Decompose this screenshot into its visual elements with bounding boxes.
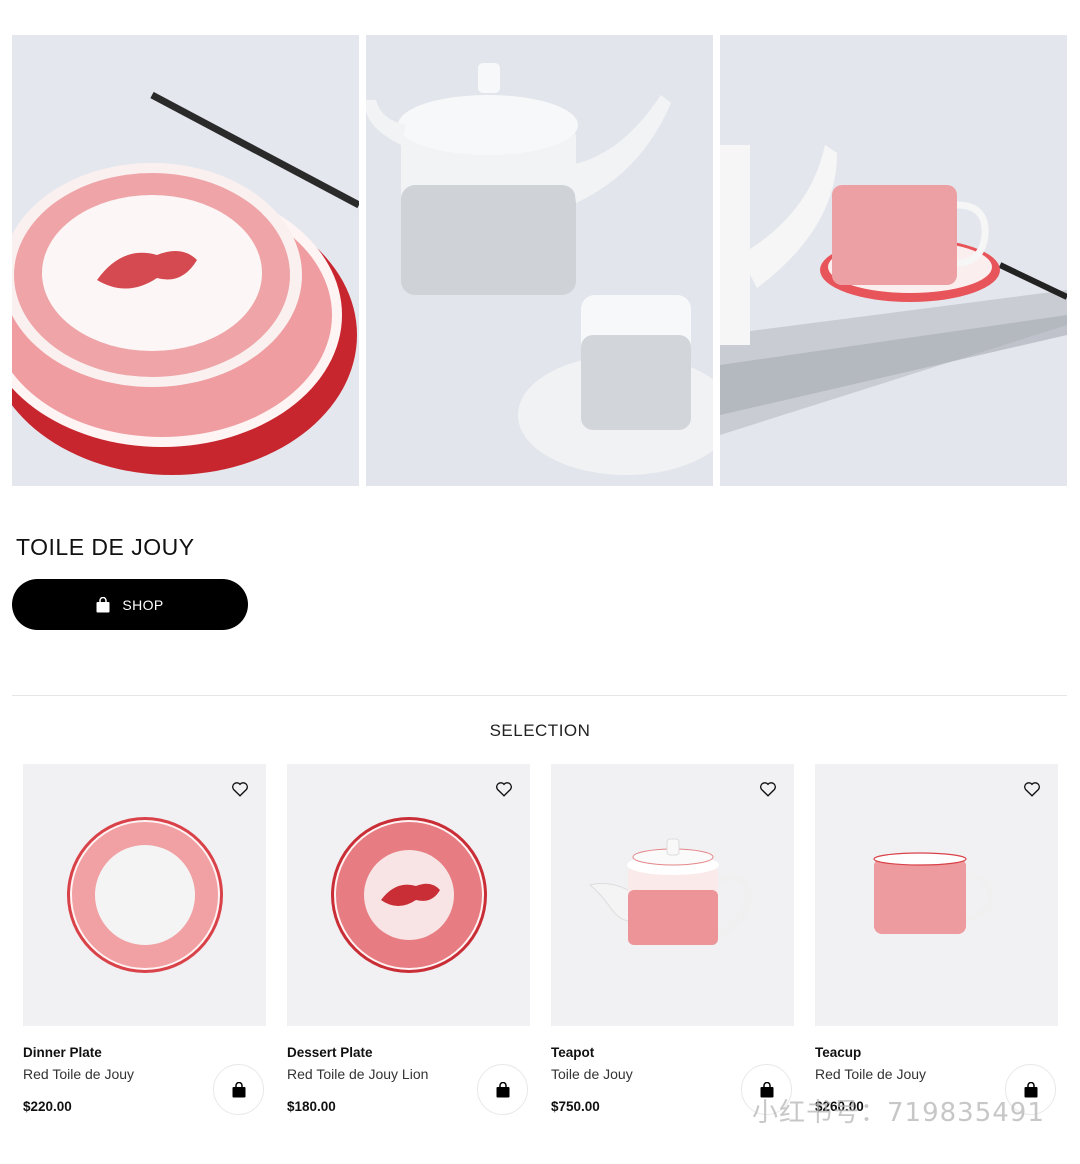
product-card[interactable]: Dinner Plate Red Toile de Jouy $220.00: [23, 764, 266, 1115]
shop-button-label: SHOP: [122, 596, 164, 613]
product-image[interactable]: [551, 764, 794, 1026]
product-card[interactable]: Dessert Plate Red Toile de Jouy Lion $18…: [287, 764, 530, 1115]
heart-icon[interactable]: [759, 780, 777, 798]
teacup-icon: [872, 852, 993, 934]
product-grid: Dinner Plate Red Toile de Jouy $220.00 D…: [23, 764, 1058, 1115]
product-name[interactable]: Teacup: [815, 1045, 1058, 1060]
product-image[interactable]: [815, 764, 1058, 1026]
teapot-icon: [588, 838, 752, 945]
hero-gallery: [12, 35, 1067, 486]
product-card[interactable]: Teacup Red Toile de Jouy $260.00: [815, 764, 1058, 1115]
hero-photo-teapot: [366, 35, 713, 486]
product-image[interactable]: [23, 764, 266, 1026]
heart-icon[interactable]: [495, 780, 513, 798]
heart-icon[interactable]: [231, 780, 249, 798]
heart-icon[interactable]: [1023, 780, 1041, 798]
product-name[interactable]: Dessert Plate: [287, 1045, 530, 1060]
dessert-plate-icon: [330, 817, 487, 973]
watermark: 小红书号：719835491: [752, 1098, 1045, 1128]
collection-title: TOILE DE JOUY: [16, 534, 195, 560]
product-image[interactable]: [287, 764, 530, 1026]
product-name[interactable]: Dinner Plate: [23, 1045, 266, 1060]
shopping-bag-icon: [96, 596, 110, 613]
product-name[interactable]: Teapot: [551, 1045, 794, 1060]
section-divider: [12, 695, 1067, 696]
hero-photo-plates: [12, 35, 359, 486]
selection-heading: SELECTION: [489, 721, 591, 740]
dinner-plate-icon: [66, 817, 223, 973]
hero-photo-tray: [720, 35, 1067, 486]
add-to-bag-button[interactable]: [477, 1064, 528, 1115]
shopping-bag-icon: [496, 1081, 509, 1097]
shop-button[interactable]: SHOP: [12, 579, 248, 630]
shopping-bag-icon: [232, 1081, 245, 1097]
add-to-bag-button[interactable]: [213, 1064, 264, 1115]
product-card[interactable]: Teapot Toile de Jouy $750.00: [551, 764, 794, 1115]
